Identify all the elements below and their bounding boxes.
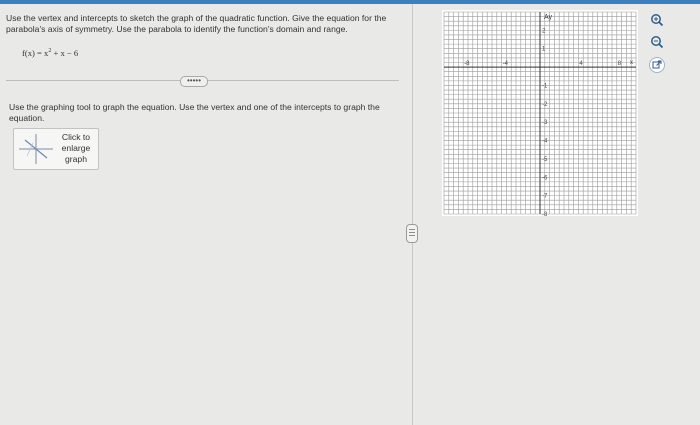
graph-thumbnail-icon <box>19 134 53 164</box>
y-tick-label: -6 <box>542 175 548 181</box>
y-tick-label: -1 <box>542 83 548 89</box>
enlarge-label-line2: enlarge <box>61 143 91 153</box>
enlarge-label: Click to enlarge graph <box>56 132 96 165</box>
x-tick-label: -8 <box>464 61 470 67</box>
function-equation: f(x) = x2 + x − 6 <box>22 48 78 58</box>
zoom-out-icon <box>651 36 664 49</box>
external-link-icon <box>652 60 662 69</box>
graph-area[interactable]: -8 -4 4 8 2 1 -1 -2 -3 -4 -5 -6 -7 -8 Ay x <box>442 10 638 221</box>
function-lhs: f(x) = x <box>22 48 49 58</box>
pane-divider <box>412 4 413 425</box>
zoom-in-button[interactable] <box>650 13 664 27</box>
y-tick-label: -2 <box>542 102 548 108</box>
y-tick-label: -5 <box>542 157 548 163</box>
question-pane: Use the vertex and intercepts to sketch … <box>0 4 412 425</box>
y-tick-label: -4 <box>542 139 548 145</box>
coordinate-grid[interactable]: -8 -4 4 821-1-2-3-4-5-6-7-8Ayx <box>442 10 638 218</box>
zoom-in-icon <box>651 14 664 27</box>
expand-more-button[interactable]: ••••• <box>180 76 208 87</box>
y-tick-label: -7 <box>542 194 548 200</box>
y-tick-label: -8 <box>542 212 548 216</box>
pop-out-button[interactable] <box>649 57 665 73</box>
function-rhs: + x − 6 <box>51 48 79 58</box>
enlarge-graph-button[interactable]: Click to enlarge graph <box>13 128 99 170</box>
pane-resize-handle[interactable] <box>406 224 418 243</box>
y-axis-label: Ay <box>544 14 553 21</box>
zoom-out-button[interactable] <box>650 35 664 49</box>
enlarge-label-line1: Click to <box>61 132 91 142</box>
graph-tool-instructions: Use the graphing tool to graph the equat… <box>9 102 380 123</box>
x-axis-label: x <box>630 60 633 66</box>
y-tick-label: -3 <box>542 120 548 126</box>
enlarge-label-line3: graph <box>65 154 87 164</box>
question-instructions: Use the vertex and intercepts to sketch … <box>6 13 387 34</box>
x-tick-label: -4 <box>503 61 509 67</box>
